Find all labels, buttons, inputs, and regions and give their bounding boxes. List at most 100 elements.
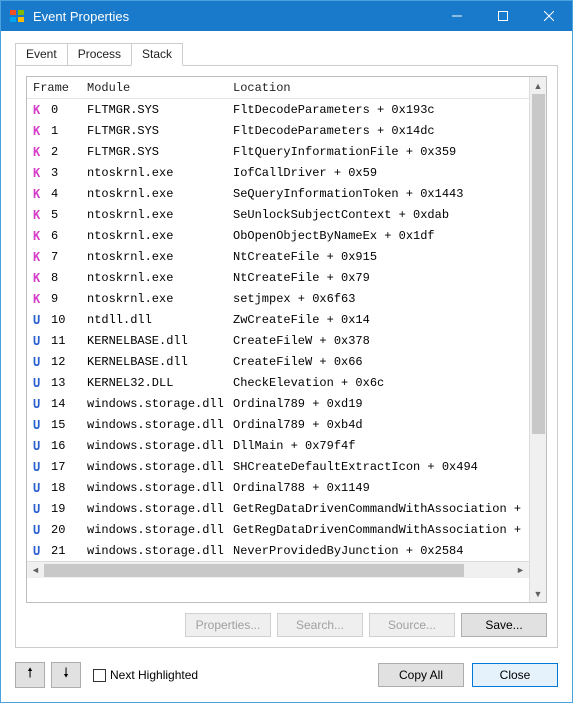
module-cell: FLTMGR.SYS bbox=[87, 145, 233, 159]
next-event-button[interactable]: 🠗 bbox=[51, 662, 81, 688]
location-cell: CheckElevation + 0x6c bbox=[233, 376, 529, 390]
titlebar: Event Properties bbox=[1, 1, 572, 31]
table-row[interactable]: K8ntoskrnl.exeNtCreateFile + 0x79 bbox=[27, 267, 529, 288]
search-button: Search... bbox=[277, 613, 363, 637]
table-row[interactable]: K1 FLTMGR.SYSFltDecodeParameters + 0x14dc bbox=[27, 120, 529, 141]
user-mode-icon: U bbox=[33, 481, 47, 495]
kernel-mode-icon: K bbox=[33, 187, 47, 201]
frame-number: 21 bbox=[51, 544, 69, 558]
copy-all-button[interactable]: Copy All bbox=[378, 663, 464, 687]
frame-number: 4 bbox=[51, 187, 69, 201]
location-cell: FltDecodeParameters + 0x14dc bbox=[233, 124, 529, 138]
location-cell: IofCallDriver + 0x59 bbox=[233, 166, 529, 180]
table-row[interactable]: U17windows.storage.dllSHCreateDefaultExt… bbox=[27, 456, 529, 477]
column-header-module[interactable]: Module bbox=[87, 81, 233, 95]
table-row[interactable]: K2FLTMGR.SYSFltQueryInformationFile + 0x… bbox=[27, 141, 529, 162]
frame-number: 1 bbox=[51, 124, 69, 138]
app-icon bbox=[9, 8, 25, 24]
module-cell: windows.storage.dll bbox=[87, 397, 233, 411]
table-row[interactable]: U11KERNELBASE.dllCreateFileW + 0x378 bbox=[27, 330, 529, 351]
table-row[interactable]: K4 ntoskrnl.exeSeQueryInformationToken + … bbox=[27, 183, 529, 204]
location-cell: GetRegDataDrivenCommandWithAssociation + bbox=[233, 523, 529, 537]
frame-number: 18 bbox=[51, 481, 69, 495]
location-cell: DllMain + 0x79f4f bbox=[233, 439, 529, 453]
location-cell: CreateFileW + 0x66 bbox=[233, 355, 529, 369]
frame-number: 3 bbox=[51, 166, 69, 180]
checkbox-icon bbox=[93, 669, 106, 682]
arrow-up-icon: 🠕 bbox=[27, 664, 33, 686]
close-button[interactable]: Close bbox=[472, 663, 558, 687]
table-row[interactable]: K0FLTMGR.SYSFltDecodeParameters + 0x193c bbox=[27, 99, 529, 120]
table-row[interactable]: K5ntoskrnl.exeSeUnlockSubjectContext + 0… bbox=[27, 204, 529, 225]
vertical-scrollbar[interactable]: ▲ ▼ bbox=[529, 77, 546, 602]
user-mode-icon: U bbox=[33, 460, 47, 474]
prev-event-button[interactable]: 🠕 bbox=[15, 662, 45, 688]
location-cell: setjmpex + 0x6f63 bbox=[233, 292, 529, 306]
module-cell: windows.storage.dll bbox=[87, 439, 233, 453]
table-row[interactable]: K7ntoskrnl.exeNtCreateFile + 0x915 bbox=[27, 246, 529, 267]
user-mode-icon: U bbox=[33, 523, 47, 537]
tab-strip: Event Process Stack bbox=[15, 41, 558, 65]
frame-number: 11 bbox=[51, 334, 69, 348]
user-mode-icon: U bbox=[33, 313, 47, 327]
frame-number: 10 bbox=[51, 313, 69, 327]
table-row[interactable]: U 13 KERNEL32.DLLCheckElevation + 0x6c bbox=[27, 372, 529, 393]
frame-number: 0 bbox=[51, 103, 69, 117]
module-cell: FLTMGR.SYS bbox=[87, 124, 233, 138]
user-mode-icon: U bbox=[33, 376, 47, 390]
location-cell: Ordinal788 + 0x1149 bbox=[233, 481, 529, 495]
module-cell: windows.storage.dll bbox=[87, 523, 233, 537]
table-row[interactable]: K6ntoskrnl.exeObOpenObjectByNameEx + 0x1… bbox=[27, 225, 529, 246]
module-cell: windows.storage.dll bbox=[87, 544, 233, 558]
minimize-button[interactable] bbox=[434, 1, 480, 31]
table-row[interactable]: K9ntoskrnl.exesetjmpex + 0x6f63 bbox=[27, 288, 529, 309]
frame-number: 19 bbox=[51, 502, 69, 516]
module-cell: ntoskrnl.exe bbox=[87, 229, 233, 243]
save-button[interactable]: Save... bbox=[461, 613, 547, 637]
tab-process[interactable]: Process bbox=[67, 43, 132, 65]
module-cell: ntoskrnl.exe bbox=[87, 187, 233, 201]
scroll-right-icon[interactable]: ► bbox=[512, 562, 529, 578]
table-row[interactable]: U16windows.storage.dllDllMain + 0x79f4f bbox=[27, 435, 529, 456]
location-cell: SeQueryInformationToken + 0x1443 bbox=[233, 187, 529, 201]
module-cell: ntoskrnl.exe bbox=[87, 271, 233, 285]
module-cell: KERNELBASE.dll bbox=[87, 355, 233, 369]
frame-number: 17 bbox=[51, 460, 69, 474]
table-row[interactable]: U21windows.storage.dllNeverProvidedByJun… bbox=[27, 540, 529, 561]
frame-number: 6 bbox=[51, 229, 69, 243]
scroll-down-icon[interactable]: ▼ bbox=[530, 585, 546, 602]
kernel-mode-icon: K bbox=[33, 124, 47, 138]
close-window-button[interactable] bbox=[526, 1, 572, 31]
frame-number: 13 bbox=[51, 376, 69, 390]
stack-grid[interactable]: Frame Module Location K0FLTMGR.SYSFltDec… bbox=[26, 76, 547, 603]
next-highlighted-label: Next Highlighted bbox=[110, 668, 198, 682]
user-mode-icon: U bbox=[33, 397, 47, 411]
table-row[interactable]: U20windows.storage.dllGetRegDataDrivenCo… bbox=[27, 519, 529, 540]
frame-number: 14 bbox=[51, 397, 69, 411]
module-cell: ntoskrnl.exe bbox=[87, 292, 233, 306]
table-row[interactable]: U12KERNELBASE.dllCreateFileW + 0x66 bbox=[27, 351, 529, 372]
user-mode-icon: U bbox=[33, 439, 47, 453]
module-cell: windows.storage.dll bbox=[87, 502, 233, 516]
table-row[interactable]: U19windows.storage.dllGetRegDataDrivenCo… bbox=[27, 498, 529, 519]
column-header-location[interactable]: Location bbox=[233, 81, 529, 95]
frame-number: 15 bbox=[51, 418, 69, 432]
tab-stack[interactable]: Stack bbox=[131, 43, 183, 66]
scroll-up-icon[interactable]: ▲ bbox=[530, 77, 546, 94]
table-row[interactable]: U10ntdll.dllZwCreateFile + 0x14 bbox=[27, 309, 529, 330]
next-highlighted-checkbox[interactable]: Next Highlighted bbox=[93, 668, 198, 682]
user-mode-icon: U bbox=[33, 418, 47, 432]
maximize-button[interactable] bbox=[480, 1, 526, 31]
module-cell: KERNEL32.DLL bbox=[87, 376, 233, 390]
table-row[interactable]: U15windows.storage.dllOrdinal789 + 0xb4d bbox=[27, 414, 529, 435]
column-header-frame[interactable]: Frame bbox=[27, 81, 87, 95]
module-cell: ntoskrnl.exe bbox=[87, 208, 233, 222]
kernel-mode-icon: K bbox=[33, 208, 47, 222]
table-row[interactable]: U18windows.storage.dllOrdinal788 + 0x114… bbox=[27, 477, 529, 498]
table-row[interactable]: K3ntoskrnl.exeIofCallDriver + 0x59 bbox=[27, 162, 529, 183]
table-row[interactable]: U14windows.storage.dllOrdinal789 + 0xd19 bbox=[27, 393, 529, 414]
location-cell: GetRegDataDrivenCommandWithAssociation + bbox=[233, 502, 529, 516]
horizontal-scrollbar[interactable]: ◄ ► bbox=[27, 561, 529, 578]
tab-event[interactable]: Event bbox=[15, 43, 68, 65]
scroll-left-icon[interactable]: ◄ bbox=[27, 562, 44, 578]
